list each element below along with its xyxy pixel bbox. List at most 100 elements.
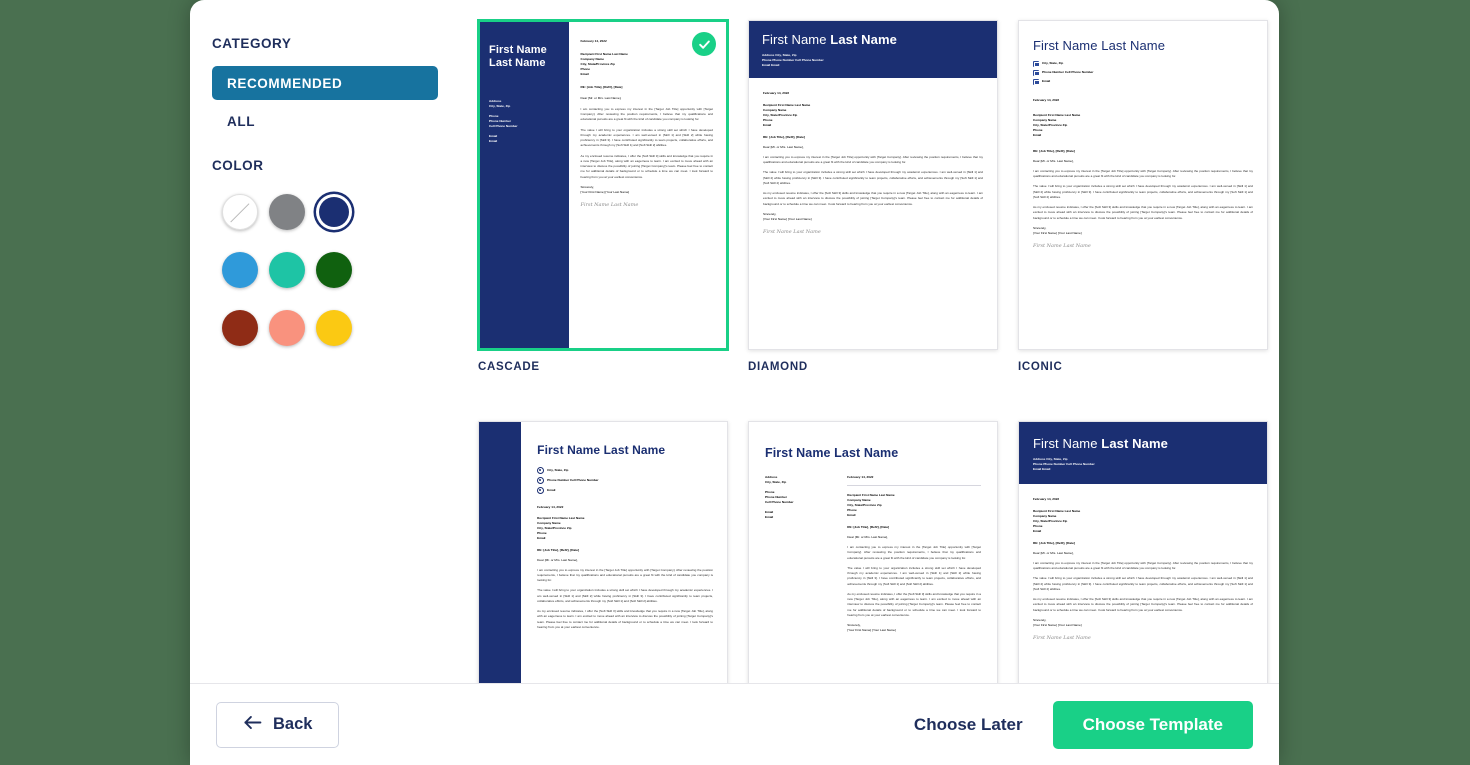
color-swatch-none[interactable]	[216, 188, 263, 235]
email-icon	[537, 486, 545, 494]
letter-salutation: Dear [Mr. or Mrs. Last Name],	[1033, 550, 1074, 555]
template-card-diamond[interactable]: First Name Last Name Address City, State…	[748, 20, 998, 373]
address-value: City, State, Zip	[765, 480, 787, 485]
letter-paragraph-2: The value I will bring to your organizat…	[1033, 576, 1253, 591]
choose-later-button[interactable]: Choose Later	[914, 715, 1023, 735]
letter-salutation: Dear [Mr. or Mrs. Last Name],	[1033, 158, 1074, 163]
salmon-swatch-icon	[268, 309, 305, 346]
letter-paragraph-1: I am contacting you to express my intere…	[763, 154, 983, 165]
template-grid-area[interactable]: First Name Last Name Address City, State…	[460, 0, 1279, 683]
gray-swatch-icon	[268, 193, 305, 230]
email-line: Email	[1033, 78, 1253, 86]
template-card-iconic[interactable]: First Name Last Name City, State, Zip Ph…	[1018, 20, 1268, 373]
icon-address: City, State, Zip	[1042, 61, 1064, 66]
letter-signature: First Name Last Name	[763, 228, 821, 235]
letter-subject: RE: [Job Title], [Ref#], [Date]	[580, 85, 623, 89]
letter-signer: [Your First Name] [Your Last Name]	[1033, 230, 1082, 235]
color-swatch-rust[interactable]	[216, 304, 263, 351]
divider	[847, 485, 981, 487]
color-swatch-dark-green[interactable]	[310, 246, 357, 293]
location-icon	[1033, 60, 1040, 68]
category-item-recommended[interactable]: RECOMMENDED	[212, 66, 438, 100]
category-heading: CATEGORY	[212, 36, 292, 51]
letter-signer: [Your First Name] [Your Last Name]	[580, 189, 630, 194]
template-preview-6[interactable]: First Name Last Name Address City, State…	[1018, 421, 1268, 683]
template-card-cascade[interactable]: First Name Last Name Address City, State…	[478, 20, 728, 373]
letter-subject: RE: [Job Title], [Ref#], [Date]	[847, 525, 890, 530]
icon-email: Email	[547, 487, 556, 492]
address-line: City, State, Zip	[537, 466, 713, 474]
dark-green-swatch-icon	[315, 251, 352, 288]
inline-email: Email Email	[1033, 466, 1051, 471]
icon-phone: Phone Number Cell Phone Number	[547, 477, 599, 482]
letter-salutation: Dear [Mr. or Mrs. Last Name],	[763, 144, 804, 149]
template-preview-cascade[interactable]: First Name Last Name Address City, State…	[478, 20, 728, 350]
yellow-swatch-icon	[315, 309, 352, 346]
recipient-email: Email	[847, 513, 856, 518]
letter-paragraph-1: I am contacting you to express my intere…	[580, 107, 713, 122]
no-color-icon	[221, 193, 258, 230]
template-preview-4[interactable]: First Name Last Name City, State, Zip Ph…	[478, 421, 728, 683]
color-swatch-gray[interactable]	[263, 188, 310, 235]
filters-sidebar: CATEGORY RECOMMENDED ALL COLOR	[190, 0, 460, 683]
letter-salutation: Dear [Mr. or Mrs. Last Name],	[847, 535, 889, 540]
letter-last-name: Last Name	[1101, 436, 1168, 451]
icon-email: Email	[1042, 79, 1051, 84]
modal-body: CATEGORY RECOMMENDED ALL COLOR First Nam…	[190, 0, 1279, 683]
template-label: CASCADE	[478, 361, 540, 373]
template-preview-5[interactable]: First Name Last Name Address City, State…	[748, 421, 998, 683]
letter-salutation: Dear [Mr. or Mrs. Last Name],	[580, 96, 622, 100]
letter-paragraph-3: As my enclosed resume indicates, I offer…	[847, 591, 981, 617]
letter-signature: First Name Last Name	[1033, 242, 1091, 249]
template-preview-iconic[interactable]: First Name Last Name City, State, Zip Ph…	[1018, 20, 1268, 350]
recipient-email: Email	[1033, 528, 1042, 533]
template-chooser-modal: CATEGORY RECOMMENDED ALL COLOR First Nam…	[190, 0, 1279, 765]
address-line: City, State, Zip	[1033, 60, 1253, 68]
letter-date: February 14, 2022	[1033, 496, 1060, 501]
category-label: RECOMMENDED	[227, 75, 343, 91]
letter-paragraph-3: As my enclosed resume indicates, I offer…	[580, 153, 713, 179]
color-swatch-teal[interactable]	[263, 246, 310, 293]
template-card-5[interactable]: First Name Last Name Address City, State…	[748, 421, 998, 683]
navy-swatch-icon	[318, 196, 349, 227]
color-swatch-light-blue[interactable]	[216, 246, 263, 293]
category-label: ALL	[227, 113, 256, 129]
letter-last-name: Last Name	[830, 32, 897, 47]
choose-template-button[interactable]: Choose Template	[1052, 700, 1253, 749]
light-blue-swatch-icon	[221, 251, 258, 288]
letter-date: February 14, 2022	[847, 475, 874, 480]
letter-first-name: First Name	[489, 44, 547, 56]
template-grid: First Name Last Name Address City, State…	[478, 20, 1268, 683]
letter-header-band: First Name Last Name Address City, State…	[749, 21, 997, 78]
letter-salutation: Dear [Mr. or Mrs. Last Name],	[537, 557, 578, 562]
letter-signer: [Your First Name] [Your Last Name]	[847, 628, 896, 633]
category-item-all[interactable]: ALL	[212, 104, 438, 138]
selected-check-icon	[692, 32, 716, 56]
color-swatch-grid	[216, 188, 438, 351]
email-value: Email	[765, 515, 774, 520]
letter-paragraph-1: I am contacting you to express my intere…	[537, 567, 713, 583]
email-icon	[1033, 78, 1040, 86]
letter-signature: First Name Last Name	[1033, 634, 1091, 641]
letter-first-name: First Name	[762, 32, 827, 47]
color-swatch-navy[interactable]	[310, 188, 357, 235]
letter-paragraph-2: The value I will bring to your organizat…	[1033, 184, 1253, 199]
location-icon	[537, 466, 545, 474]
email-line: Email	[537, 486, 713, 494]
color-swatch-salmon[interactable]	[263, 304, 310, 351]
letter-paragraph-2: The value I will bring to your organizat…	[537, 588, 713, 603]
back-button-label: Back	[273, 715, 313, 733]
template-preview-diamond[interactable]: First Name Last Name Address City, State…	[748, 20, 998, 350]
letter-header-band: First Name Last Name Address City, State…	[1019, 422, 1267, 484]
letter-last-name: Last Name	[489, 57, 546, 70]
template-card-6[interactable]: First Name Last Name Address City, State…	[1018, 421, 1268, 683]
phone-icon	[537, 476, 545, 484]
template-card-4[interactable]: First Name Last Name City, State, Zip Ph…	[478, 421, 728, 683]
letter-paragraph-2: The value I will bring to your organizat…	[847, 565, 981, 586]
letter-subject: RE: [Job Title], [Ref#], [Date]	[1033, 540, 1075, 545]
letter-paragraph-3: As my enclosed resume indicates, I offer…	[537, 609, 713, 629]
letter-paragraph-3: As my enclosed resume indicates, I offer…	[1033, 205, 1253, 220]
back-button[interactable]: Back	[216, 701, 340, 748]
phone-line: Phone Number Cell Phone Number	[537, 476, 713, 484]
color-swatch-yellow[interactable]	[310, 304, 357, 351]
